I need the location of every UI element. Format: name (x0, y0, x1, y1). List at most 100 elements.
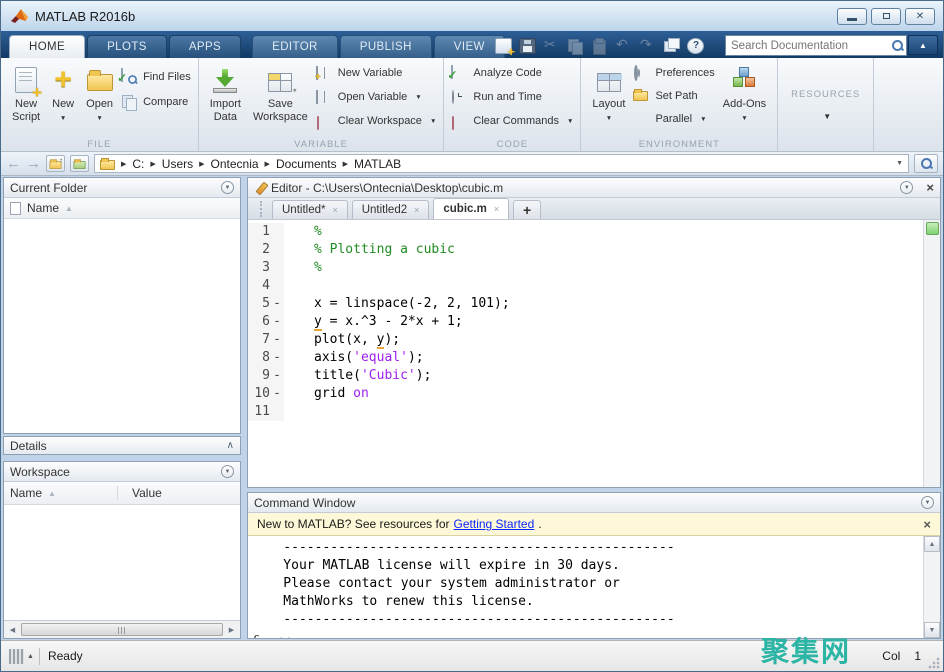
close-icon[interactable]: × (926, 180, 934, 195)
resources-expand-icon[interactable]: ▼ (823, 112, 831, 121)
dropdown-arrow-icon[interactable]: ▲ (27, 653, 34, 660)
parallel-pool-icon[interactable] (9, 649, 24, 664)
set-path-folder-icon (633, 91, 648, 101)
code-line[interactable]: 4 (248, 277, 923, 295)
find-files-button[interactable]: Find Files (121, 69, 191, 85)
add-ons-button[interactable]: Add-Ons ▼ (719, 63, 770, 126)
editor-tab[interactable]: Untitled*× (272, 200, 348, 219)
tab-home[interactable]: HOME (9, 35, 85, 58)
clear-commands-button[interactable]: Clear Commands ▼ (451, 113, 573, 129)
code-line[interactable]: 5-x = linspace(-2, 2, 101); (248, 295, 923, 313)
scroll-down-icon[interactable]: ▼ (924, 622, 940, 638)
getting-started-link[interactable]: Getting Started (454, 517, 535, 531)
code-line[interactable]: 1% (248, 223, 923, 241)
new-script-button[interactable]: New Script (8, 63, 44, 125)
forward-arrow-icon[interactable]: → (26, 155, 41, 173)
import-data-button[interactable]: Import Data (206, 63, 245, 125)
save-icon[interactable] (519, 38, 536, 54)
analyze-code-button[interactable]: Analyze Code (451, 65, 573, 81)
open-variable-button[interactable]: Open Variable ▼ (316, 89, 437, 105)
new-document-tab[interactable]: + (513, 200, 541, 219)
command-window-output[interactable]: ----------------------------------------… (248, 536, 923, 638)
chevron-up-icon[interactable]: ∧ (227, 440, 234, 451)
panel-menu-icon[interactable]: ▼ (921, 496, 934, 509)
clear-workspace-button[interactable]: Clear Workspace ▼ (316, 113, 437, 129)
editor-scrollbar[interactable] (923, 220, 940, 487)
code-line[interactable]: 11 (248, 403, 923, 421)
breadcrumb-item[interactable]: Users (162, 157, 193, 171)
open-button[interactable]: Open ▼ (82, 63, 117, 126)
scroll-left-icon[interactable]: ◀ (6, 626, 19, 634)
editor-tab[interactable]: cubic.m× (433, 198, 509, 219)
command-window-scrollbar[interactable]: ▲ ▼ (923, 536, 940, 638)
search-icon[interactable] (891, 39, 904, 52)
tab-plots[interactable]: PLOTS (87, 35, 167, 58)
browse-folder-button[interactable] (70, 155, 89, 172)
compare-button[interactable]: Compare (121, 94, 191, 110)
ribbon-section-resources[interactable]: RESOURCES ▼ (778, 58, 874, 151)
collapse-ribbon-button[interactable]: ▲ (908, 35, 938, 55)
code-line[interactable]: 8-axis('equal'); (248, 349, 923, 367)
matlab-window: MATLAB R2016b ✕ HOMEPLOTSAPPSEDITORPUBLI… (0, 0, 944, 672)
scroll-up-icon[interactable]: ▲ (924, 536, 940, 552)
new-variable-button[interactable]: + New Variable (316, 65, 437, 81)
breadcrumb-item[interactable]: Documents (276, 157, 337, 171)
windows-icon[interactable] (663, 38, 680, 54)
tab-apps[interactable]: APPS (169, 35, 241, 58)
editor-tab[interactable]: Untitled2× (352, 200, 430, 219)
panel-menu-icon[interactable]: ▼ (221, 465, 234, 478)
drag-handle[interactable] (260, 201, 264, 217)
code-text: title('Cubic'); (284, 367, 431, 385)
new-file-icon[interactable] (495, 38, 512, 54)
fx-button[interactable]: fx (252, 633, 264, 638)
details-panel[interactable]: Details ∧ (3, 436, 241, 455)
search-folder-button[interactable] (914, 154, 938, 173)
command-prompt[interactable]: >> (280, 633, 296, 638)
code-line[interactable]: 9-title('Cubic'); (248, 367, 923, 385)
tab-editor[interactable]: EDITOR (252, 35, 338, 58)
tab-close-icon[interactable]: × (494, 204, 499, 214)
horizontal-scrollbar[interactable]: ◀ ▶ (4, 620, 240, 638)
back-arrow-icon[interactable]: ← (6, 155, 21, 173)
scroll-right-icon[interactable]: ▶ (225, 626, 238, 634)
scrollbar-thumb[interactable] (21, 623, 223, 636)
banner-close-icon[interactable]: × (923, 517, 931, 532)
parallel-button[interactable]: Parallel ▼ (633, 111, 714, 127)
breadcrumb-dropdown-icon[interactable]: ▼ (896, 160, 903, 167)
help-icon[interactable] (687, 38, 704, 54)
breadcrumb-item[interactable]: Ontecnia (211, 157, 259, 171)
workspace-name-header[interactable]: Name (10, 486, 42, 500)
name-column-header[interactable]: Name (27, 201, 59, 215)
workspace-list[interactable] (4, 505, 240, 620)
code-line[interactable]: 7-plot(x, y); (248, 331, 923, 349)
run-and-time-button[interactable]: Run and Time (451, 89, 573, 105)
code-area[interactable]: 1%2% Plotting a cubic3%45-x = linspace(-… (248, 220, 940, 487)
search-input[interactable] (726, 38, 891, 54)
code-line[interactable]: 6-y = x.^3 - 2*x + 1; (248, 313, 923, 331)
restore-button[interactable] (871, 8, 901, 25)
panel-menu-icon[interactable]: ▼ (221, 181, 234, 194)
new-button[interactable]: + New ▼ (48, 63, 78, 126)
breadcrumb-item[interactable]: MATLAB (354, 157, 401, 171)
code-analyzer-indicator[interactable] (926, 222, 939, 235)
close-button[interactable]: ✕ (905, 8, 935, 25)
code-line[interactable]: 10-grid on (248, 385, 923, 403)
save-workspace-button[interactable]: ▪ Save Workspace (249, 63, 312, 125)
breadcrumb-item[interactable]: C: (132, 157, 144, 171)
code-line[interactable]: 3% (248, 259, 923, 277)
layout-button[interactable]: Layout ▼ (588, 63, 629, 126)
set-path-button[interactable]: Set Path (633, 88, 714, 104)
resize-grip[interactable] (928, 656, 941, 669)
up-one-level-button[interactable]: ↑ (46, 155, 65, 172)
minimize-button[interactable] (837, 8, 867, 25)
tab-publish[interactable]: PUBLISH (340, 35, 432, 58)
undo-icon (615, 38, 632, 54)
preferences-button[interactable]: Preferences (633, 65, 714, 81)
tab-close-icon[interactable]: × (332, 205, 337, 215)
panel-menu-icon[interactable]: ▼ (900, 181, 913, 194)
workspace-value-header[interactable]: Value (124, 486, 162, 500)
tab-close-icon[interactable]: × (414, 205, 419, 215)
current-folder-list[interactable] (4, 219, 240, 433)
code-line[interactable]: 2% Plotting a cubic (248, 241, 923, 259)
code-text: x = linspace(-2, 2, 101); (284, 295, 510, 313)
